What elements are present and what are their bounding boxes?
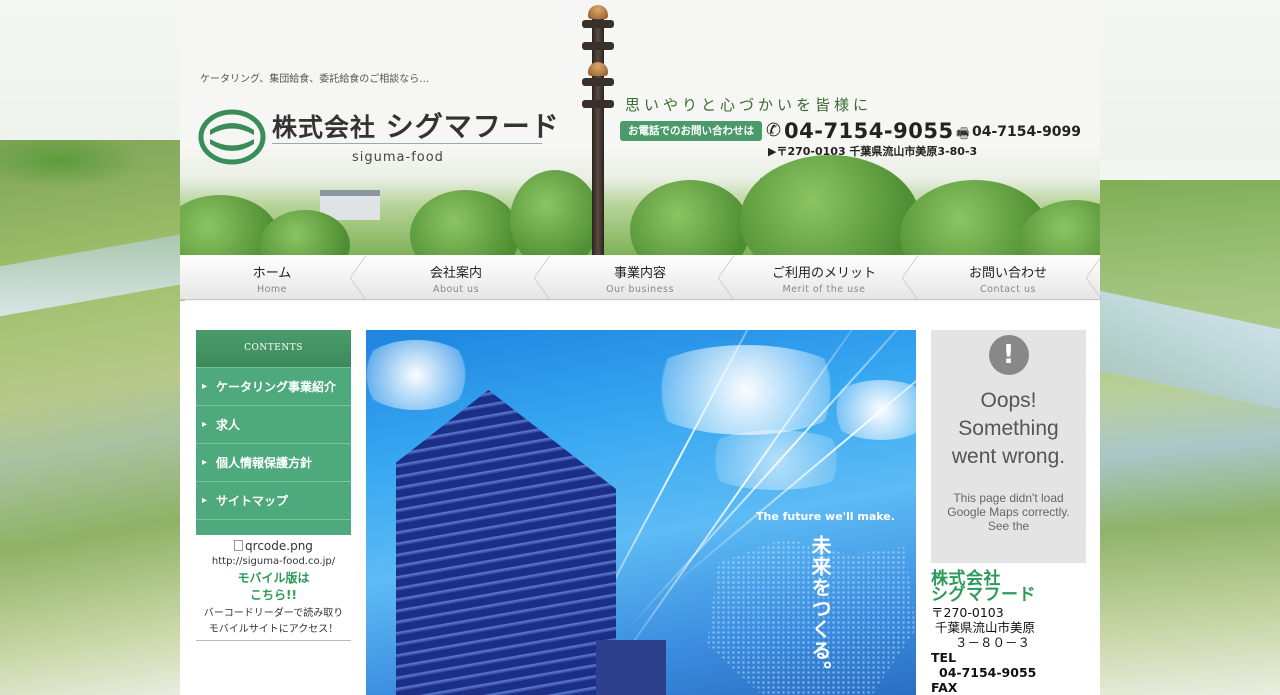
company-info-postal: 〒270-0103 xyxy=(931,605,1004,620)
nav-label-en: Merit of the use xyxy=(782,284,866,295)
company-info-tel-label: TEL xyxy=(931,650,957,665)
global-navigation: ホーム Home 会社案内 About us 事業内容 Our business… xyxy=(180,255,1102,300)
header-landscape xyxy=(180,150,1100,255)
site-url[interactable]: http://siguma-food.co.jp/ xyxy=(196,556,351,567)
company-info-details: 〒270-0103 千葉県流山市美原 ３－８０－３ TEL 04-7154-90… xyxy=(931,605,1086,695)
nav-label-ja: 事業内容 xyxy=(613,266,666,281)
radio-tower-illustration xyxy=(578,0,618,255)
google-map-error: ! Oops! Something went wrong. This page … xyxy=(931,330,1086,563)
map-error-title: Oops! Something went wrong. xyxy=(951,389,1066,468)
company-info-address-line1: 千葉県流山市美原 xyxy=(935,620,1036,635)
nav-label-en: Contact us xyxy=(980,284,1036,295)
building-illustration xyxy=(596,640,666,695)
map-error-text: This page didn't load Google Maps correc… xyxy=(947,491,1070,533)
mobile-link-line2: こちら!! xyxy=(250,588,297,602)
nav-item-about[interactable]: 会社案内 About us xyxy=(364,255,550,300)
hero-japanese-copy: 未来をつくる。 xyxy=(808,535,832,682)
sidebar-item-privacy[interactable]: 個人情報保護方針 xyxy=(196,443,351,482)
nav-label-ja: 会社案内 xyxy=(429,266,482,281)
right-column: ! Oops! Something went wrong. This page … xyxy=(931,330,1086,695)
qr-alt-text: qrcode.png xyxy=(245,539,313,553)
sidebar-footer xyxy=(196,519,351,535)
cloud-illustration xyxy=(636,345,856,435)
mobile-site-link[interactable]: モバイル版は こちら!! xyxy=(196,570,351,604)
nav-item-merit[interactable]: ご利用のメリット Merit of the use xyxy=(732,255,918,300)
qr-code-image: qrcode.png xyxy=(196,539,351,553)
nav-item-home[interactable]: ホーム Home xyxy=(180,255,366,300)
logo-subtitle: siguma-food xyxy=(352,150,444,165)
sidebar-item-sitemap[interactable]: サイトマップ xyxy=(196,481,351,520)
header-tel-number[interactable]: 04-7154-9055 xyxy=(784,119,954,143)
skyscraper-illustration xyxy=(396,390,616,695)
phone-icon: ✆ xyxy=(766,120,782,141)
nav-label-ja: ご利用のメリット xyxy=(771,266,876,281)
company-info-address-line2: ３－８０－３ xyxy=(955,635,1031,650)
nav-item-business[interactable]: 事業内容 Our business xyxy=(548,255,734,300)
background-right-landscape xyxy=(1100,180,1280,695)
sidebar-item-recruit[interactable]: 求人 xyxy=(196,405,351,444)
header-address: ▶〒270-0103 千葉県流山市美原3-80-3 xyxy=(768,145,978,158)
company-info-tel[interactable]: 04-7154-9055 xyxy=(931,665,1086,680)
hero-image: The future we'll make. 未来をつくる。 xyxy=(366,330,916,695)
company-prefix: 株式会社 xyxy=(272,113,377,142)
company-info-name-line2: シグマフード xyxy=(931,585,1036,605)
nav-label-ja: ホーム xyxy=(252,266,292,281)
broken-image-icon xyxy=(234,540,244,551)
logo-divider xyxy=(272,143,542,144)
background-left-landscape xyxy=(0,140,185,695)
nav-label-ja: お問い合わせ xyxy=(968,266,1047,281)
tree-illustration xyxy=(630,180,750,255)
exclamation-icon: ! xyxy=(988,335,1029,375)
sidebar: CONTENTS ケータリング事業紹介 求人 個人情報保護方針 サイトマップ q… xyxy=(196,330,351,641)
hero-english-copy: The future we'll make. xyxy=(756,510,895,523)
nav-label-en: Our business xyxy=(606,284,674,295)
mobile-link-line1: モバイル版は xyxy=(237,571,310,585)
barcode-note-line1: バーコードリーダーで読み取り xyxy=(203,608,344,619)
nav-label-en: About us xyxy=(432,284,480,295)
barcode-note: バーコードリーダーで読み取り モバイルサイトにアクセス！ xyxy=(196,606,351,641)
tree-illustration xyxy=(410,190,520,255)
tree-illustration xyxy=(740,155,920,255)
barcode-note-line2: モバイルサイトにアクセス！ xyxy=(208,624,339,635)
page-wrapper: ケータリング、集団給食、委託給食のご相談なら… 株式会社 シグマフード sigu… xyxy=(180,0,1102,695)
company-logo-text[interactable]: 株式会社 シグマフード xyxy=(272,105,560,145)
company-name: シグマフード xyxy=(385,110,560,143)
company-logo-icon[interactable] xyxy=(198,108,266,166)
header-tagline: ケータリング、集団給食、委託給食のご相談なら… xyxy=(200,74,430,85)
catch-copy: 思いやりと心づかいを皆様に xyxy=(625,96,873,114)
nav-item-contact[interactable]: お問い合わせ Contact us xyxy=(916,255,1102,300)
company-info-fax-label: FAX xyxy=(931,680,958,695)
nav-label-en: Home xyxy=(256,284,288,295)
main-content: CONTENTS ケータリング事業紹介 求人 個人情報保護方針 サイトマップ q… xyxy=(180,301,1100,695)
cloud-illustration xyxy=(366,340,476,410)
tel-label-badge: お電話でのお問い合わせは xyxy=(620,121,762,141)
company-info-name: 株式会社 シグマフード xyxy=(931,571,1086,605)
site-header: ケータリング、集団給食、委託給食のご相談なら… 株式会社 シグマフード sigu… xyxy=(180,0,1100,255)
sidebar-heading: CONTENTS xyxy=(196,330,351,367)
header-fax-number: 04-7154-9099 xyxy=(972,124,1082,140)
cloud-illustration xyxy=(826,380,916,440)
sidebar-item-catering[interactable]: ケータリング事業紹介 xyxy=(196,367,351,406)
